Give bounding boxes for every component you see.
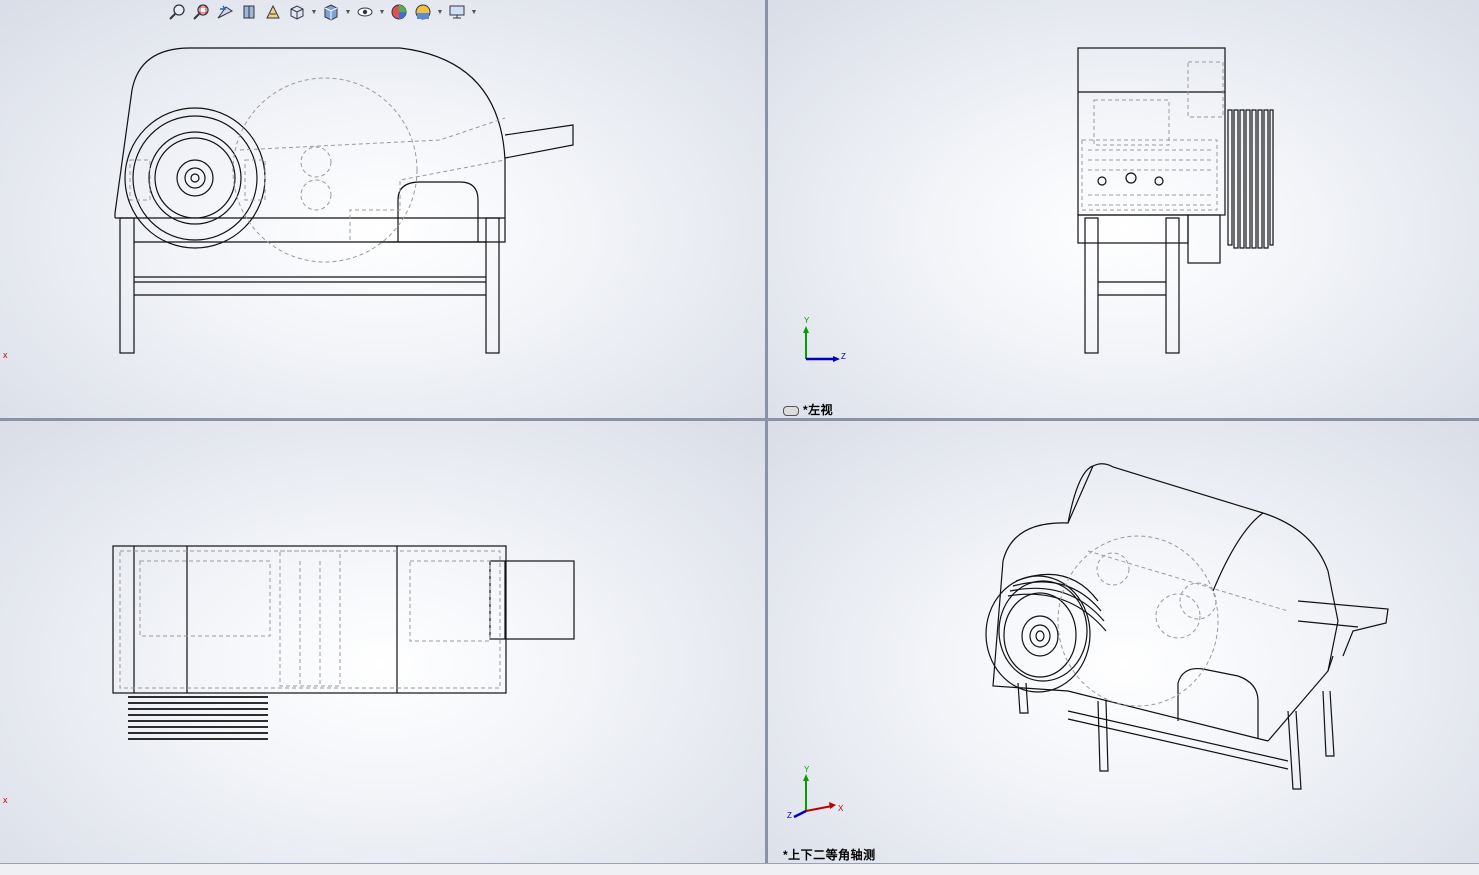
view-orientation-icon[interactable] [286, 1, 308, 23]
coordinate-triad [793, 774, 836, 819]
view-orientation-dropdown-icon[interactable]: ▼ [310, 1, 318, 23]
display-style-icon[interactable] [320, 1, 342, 23]
vertical-split-handle[interactable] [765, 0, 768, 863]
view-settings-icon[interactable] [446, 1, 468, 23]
left-view-drawing [803, 47, 1274, 362]
viewport-left-view[interactable]: Y Z *左视 [768, 0, 1479, 418]
dynamic-annotation-icon[interactable] [262, 1, 284, 23]
status-strip [0, 863, 1479, 875]
view-settings-dropdown-icon[interactable]: ▼ [470, 1, 478, 23]
apply-scene-dropdown-icon[interactable]: ▼ [436, 1, 444, 23]
front-view-drawing [114, 47, 574, 354]
top-view-drawing [112, 545, 575, 740]
viewport-isometric[interactable]: Y X Z *上下二等角轴测 [768, 421, 1479, 863]
view-name-label: *上下二等角轴测 [783, 848, 876, 862]
section-view-icon[interactable] [238, 1, 260, 23]
previous-view-icon[interactable] [214, 1, 236, 23]
horizontal-split-handle[interactable] [0, 418, 1479, 421]
zoom-to-fit-icon[interactable] [166, 1, 188, 23]
hide-show-items-icon[interactable] [354, 1, 376, 23]
triad-y-label: Y [804, 316, 810, 325]
link-views-icon[interactable] [783, 405, 799, 416]
triad-y-label: Y [804, 765, 810, 774]
isometric-drawing [793, 463, 1389, 819]
axis-x-marker: x [3, 795, 8, 805]
apply-scene-icon[interactable] [412, 1, 434, 23]
edit-appearance-icon[interactable] [388, 1, 410, 23]
display-style-dropdown-icon[interactable]: ▼ [344, 1, 352, 23]
coordinate-triad [803, 326, 840, 362]
viewport-front[interactable]: ▼ ▼ ▼ ▼ ▼ x [0, 0, 765, 418]
zoom-to-area-icon[interactable] [190, 1, 212, 23]
hide-show-dropdown-icon[interactable]: ▼ [378, 1, 386, 23]
axis-x-marker: x [3, 350, 8, 360]
triad-x-label: X [838, 804, 844, 813]
view-name-label: *左视 [783, 401, 833, 418]
heads-up-view-toolbar: ▼ ▼ ▼ ▼ ▼ [166, 0, 478, 24]
triad-z-label: Z [787, 811, 792, 820]
triad-z-label: Z [841, 352, 846, 361]
viewport-top-view[interactable]: x [0, 421, 765, 863]
